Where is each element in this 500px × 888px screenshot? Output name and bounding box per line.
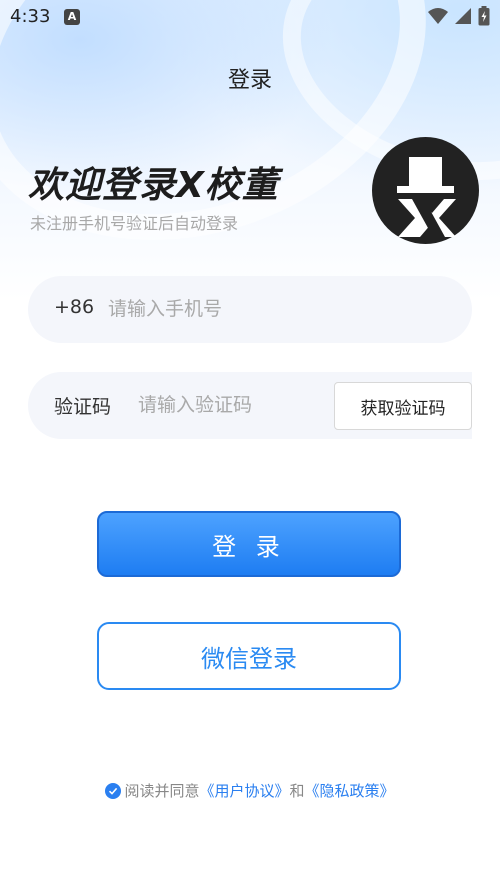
agreement-row: 阅读并同意 《用户协议》 和 《隐私政策》 <box>0 780 500 801</box>
page-title: 登录 <box>227 68 272 93</box>
code-label: 验证码 <box>54 396 112 418</box>
agree-checkbox[interactable] <box>105 782 122 799</box>
phone-field-row: +86 <box>28 276 472 343</box>
status-icons <box>428 6 490 26</box>
top-hat-x-logo <box>397 157 456 237</box>
signal-icon <box>455 8 471 24</box>
country-code[interactable]: +86 <box>54 296 94 318</box>
login-button[interactable]: 登 录 <box>97 511 401 577</box>
phone-input[interactable] <box>106 290 450 330</box>
agreement-and: 和 <box>289 782 305 800</box>
battery-icon <box>478 6 490 26</box>
status-bar: 4:33 A <box>0 0 500 34</box>
code-input[interactable] <box>136 386 330 426</box>
privacy-policy-link[interactable]: 《隐私政策》 <box>305 780 395 801</box>
code-field-row: 验证码 获取验证码 <box>28 372 472 439</box>
app-logo <box>372 137 479 244</box>
welcome-subtitle: 未注册手机号验证后自动登录 <box>30 214 239 233</box>
wifi-icon <box>428 8 448 24</box>
agreement-prefix: 阅读并同意 <box>124 782 200 800</box>
welcome-title: 欢迎登录X校董 <box>28 165 279 206</box>
notification-icon: A <box>64 9 80 25</box>
checkmark-icon <box>109 787 118 795</box>
get-code-button[interactable]: 获取验证码 <box>334 382 472 430</box>
wechat-login-button[interactable]: 微信登录 <box>97 622 401 690</box>
status-time: 4:33 <box>10 6 51 27</box>
user-agreement-link[interactable]: 《用户协议》 <box>199 780 289 801</box>
